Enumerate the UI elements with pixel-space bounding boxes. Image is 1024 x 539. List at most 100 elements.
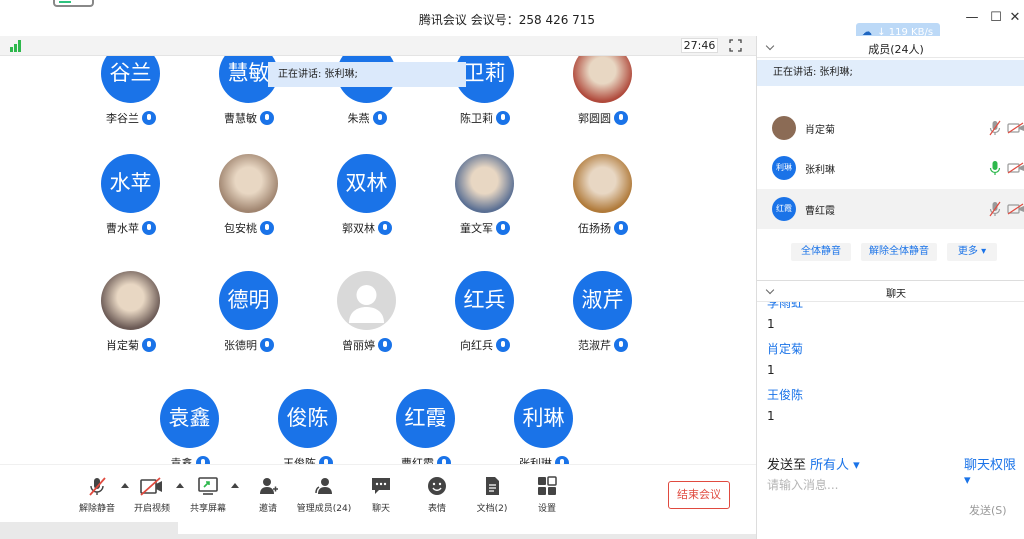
more-button[interactable]: 更多 ▾ bbox=[947, 243, 997, 261]
participant-tile[interactable]: 肖定菊 bbox=[76, 271, 186, 381]
mic-icon bbox=[142, 338, 156, 352]
participant-tile[interactable]: 淑芹 范淑芹 bbox=[548, 271, 658, 381]
member-row[interactable]: 肖定菊 bbox=[757, 108, 1024, 148]
participant-name: 曹水苹 bbox=[76, 220, 186, 236]
participant-avatar: 德明 bbox=[219, 271, 278, 330]
chat-message-list: 李雨虹 1 肖定菊 1 王俊陈 1 bbox=[757, 302, 1024, 450]
participant-name-text: 曹水苹 bbox=[106, 222, 139, 235]
bottom-strip bbox=[0, 522, 822, 539]
participant-tile[interactable]: 双林 郭双林 bbox=[312, 154, 422, 264]
members-header: 成员(24人) bbox=[757, 36, 1024, 58]
chat-label: 聊天 bbox=[371, 504, 390, 514]
maximize-button[interactable]: ☐ bbox=[986, 8, 1006, 28]
participant-avatar bbox=[573, 154, 632, 213]
side-panel: 成员(24人) 正在讲话: 张利琳; 肖定菊 利琳 张利琳 红霞 曹红霞 全体静音 解除… bbox=[756, 36, 1024, 539]
chat-message-text: 1 bbox=[767, 317, 775, 331]
speaking-indicator: 正在讲话: 张利琳; bbox=[268, 62, 466, 87]
participant-avatar bbox=[219, 154, 278, 213]
mic-icon bbox=[496, 338, 510, 352]
chat-header: 聊天 bbox=[757, 280, 1024, 302]
participant-tile[interactable]: 伍扬扬 bbox=[548, 154, 658, 264]
close-button[interactable]: ✕ bbox=[1005, 8, 1024, 28]
participant-name-text: 曹红霞 bbox=[401, 457, 434, 464]
participant-tile[interactable]: 袁鑫 袁鑫 bbox=[135, 389, 245, 464]
participant-tile[interactable]: 曾丽婷 bbox=[312, 271, 422, 381]
participant-name-text: 伍扬扬 bbox=[578, 222, 611, 235]
mic-icon bbox=[555, 456, 569, 464]
video-status-bar: 27:46 bbox=[0, 36, 756, 56]
participant-name: 曹慧敏 bbox=[194, 110, 304, 126]
invite-button[interactable]: 邀请 bbox=[238, 475, 298, 514]
chat-message-input[interactable] bbox=[767, 476, 1017, 494]
member-row[interactable]: 利琳 张利琳 bbox=[757, 148, 1024, 188]
invite-icon bbox=[260, 478, 278, 494]
participant-name: 陈卫莉 bbox=[430, 110, 540, 126]
chat-button[interactable]: 聊天 bbox=[351, 475, 411, 514]
end-meeting-button[interactable]: 结束会议 bbox=[668, 481, 730, 509]
share-screen-button[interactable]: 共享屏幕 bbox=[178, 475, 238, 514]
member-row[interactable]: 红霞 曹红霞 bbox=[757, 189, 1024, 229]
camera-off-icon[interactable] bbox=[1007, 162, 1024, 174]
participant-tile[interactable]: 俊陈 王俊陈 bbox=[253, 389, 363, 464]
chat-message-text: 1 bbox=[767, 409, 775, 423]
participant-tile[interactable]: 水苹 曹水苹 bbox=[76, 154, 186, 264]
window-handle[interactable] bbox=[53, 0, 94, 7]
participant-name-text: 张德明 bbox=[224, 339, 257, 352]
send-button[interactable]: 发送(S) bbox=[969, 502, 1007, 518]
unmute-label: 解除静音 bbox=[78, 504, 115, 514]
member-avatar: 利琳 bbox=[772, 156, 796, 180]
participant-avatar bbox=[455, 154, 514, 213]
start-video-button[interactable]: 开启视频 bbox=[122, 475, 182, 514]
participant-name-text: 曾丽婷 bbox=[342, 339, 375, 352]
mic-icon bbox=[260, 221, 274, 235]
participant-name: 童文军 bbox=[430, 220, 540, 236]
members-title: 成员(24人) bbox=[868, 43, 924, 56]
unmute-button[interactable]: 解除静音 bbox=[67, 475, 127, 514]
participant-tile[interactable]: 红霞 曹红霞 bbox=[371, 389, 481, 464]
unmute-all-button[interactable]: 解除全体静音 bbox=[861, 243, 937, 261]
mic-muted-icon[interactable] bbox=[989, 201, 1001, 217]
mic-icon bbox=[260, 338, 274, 352]
emoji-button[interactable]: 表情 bbox=[407, 475, 467, 514]
mic-icon bbox=[142, 221, 156, 235]
participant-name: 向红兵 bbox=[430, 337, 540, 353]
participant-avatar: 利琳 bbox=[514, 389, 573, 448]
video-off-icon bbox=[140, 477, 162, 496]
video-gallery: 谷兰李谷兰慧敏曹慧敏燕朱燕卫莉陈卫莉郭圆圆水苹曹水苹包安桃双林郭双林童文军伍扬扬… bbox=[0, 56, 756, 464]
participant-tile[interactable]: 包安桃 bbox=[194, 154, 304, 264]
participant-tile[interactable]: 红兵 向红兵 bbox=[430, 271, 540, 381]
mic-icon bbox=[319, 456, 333, 464]
manage-members-button[interactable]: 管理成员(24) bbox=[294, 475, 354, 514]
participant-tile[interactable]: 德明张德明 bbox=[194, 271, 304, 381]
mute-all-button[interactable]: 全体静音 bbox=[791, 243, 851, 261]
participant-name-text: 童文军 bbox=[460, 222, 493, 235]
participant-name-text: 陈卫莉 bbox=[460, 112, 493, 125]
participant-name: 张利琳 bbox=[489, 455, 599, 464]
participant-name-text: 肖定菊 bbox=[106, 339, 139, 352]
member-name: 张利琳 bbox=[805, 165, 835, 176]
fullscreen-icon[interactable] bbox=[729, 39, 742, 52]
emoji-label: 表情 bbox=[427, 504, 446, 514]
settings-button[interactable]: 设置 bbox=[517, 475, 577, 514]
mic-muted-icon[interactable] bbox=[989, 120, 1001, 136]
settings-grid-icon bbox=[538, 476, 557, 495]
participant-tile[interactable]: 利琳 张利琳 bbox=[489, 389, 599, 464]
participant-name-text: 李谷兰 bbox=[106, 112, 139, 125]
chat-sender[interactable]: 肖定菊 bbox=[767, 340, 803, 357]
title-bar: 腾讯会议 会议号：258 426 715 — ☐ ✕ ☁ ↓ 119 KB/s bbox=[0, 0, 1024, 42]
mic-active-icon[interactable] bbox=[989, 160, 1001, 176]
emoji-icon bbox=[428, 477, 446, 495]
participant-tile[interactable]: 童文军 bbox=[430, 154, 540, 264]
chat-sender[interactable]: 李雨虹 bbox=[767, 302, 803, 311]
camera-off-icon[interactable] bbox=[1007, 203, 1024, 215]
minimize-button[interactable]: — bbox=[962, 8, 982, 28]
send-to-label: 发送至 bbox=[767, 458, 807, 473]
mic-icon bbox=[195, 456, 210, 464]
chat-sender[interactable]: 王俊陈 bbox=[767, 386, 803, 403]
send-to-dropdown[interactable]: 所有人 ▾ bbox=[810, 454, 860, 473]
camera-off-icon[interactable] bbox=[1007, 122, 1024, 134]
documents-button[interactable]: 文档(2) bbox=[462, 475, 522, 514]
participant-name-text: 郭双林 bbox=[342, 222, 375, 235]
participant-tile[interactable]: 谷兰 李谷兰 bbox=[76, 56, 186, 154]
participant-tile[interactable]: 郭圆圆 bbox=[548, 56, 658, 154]
